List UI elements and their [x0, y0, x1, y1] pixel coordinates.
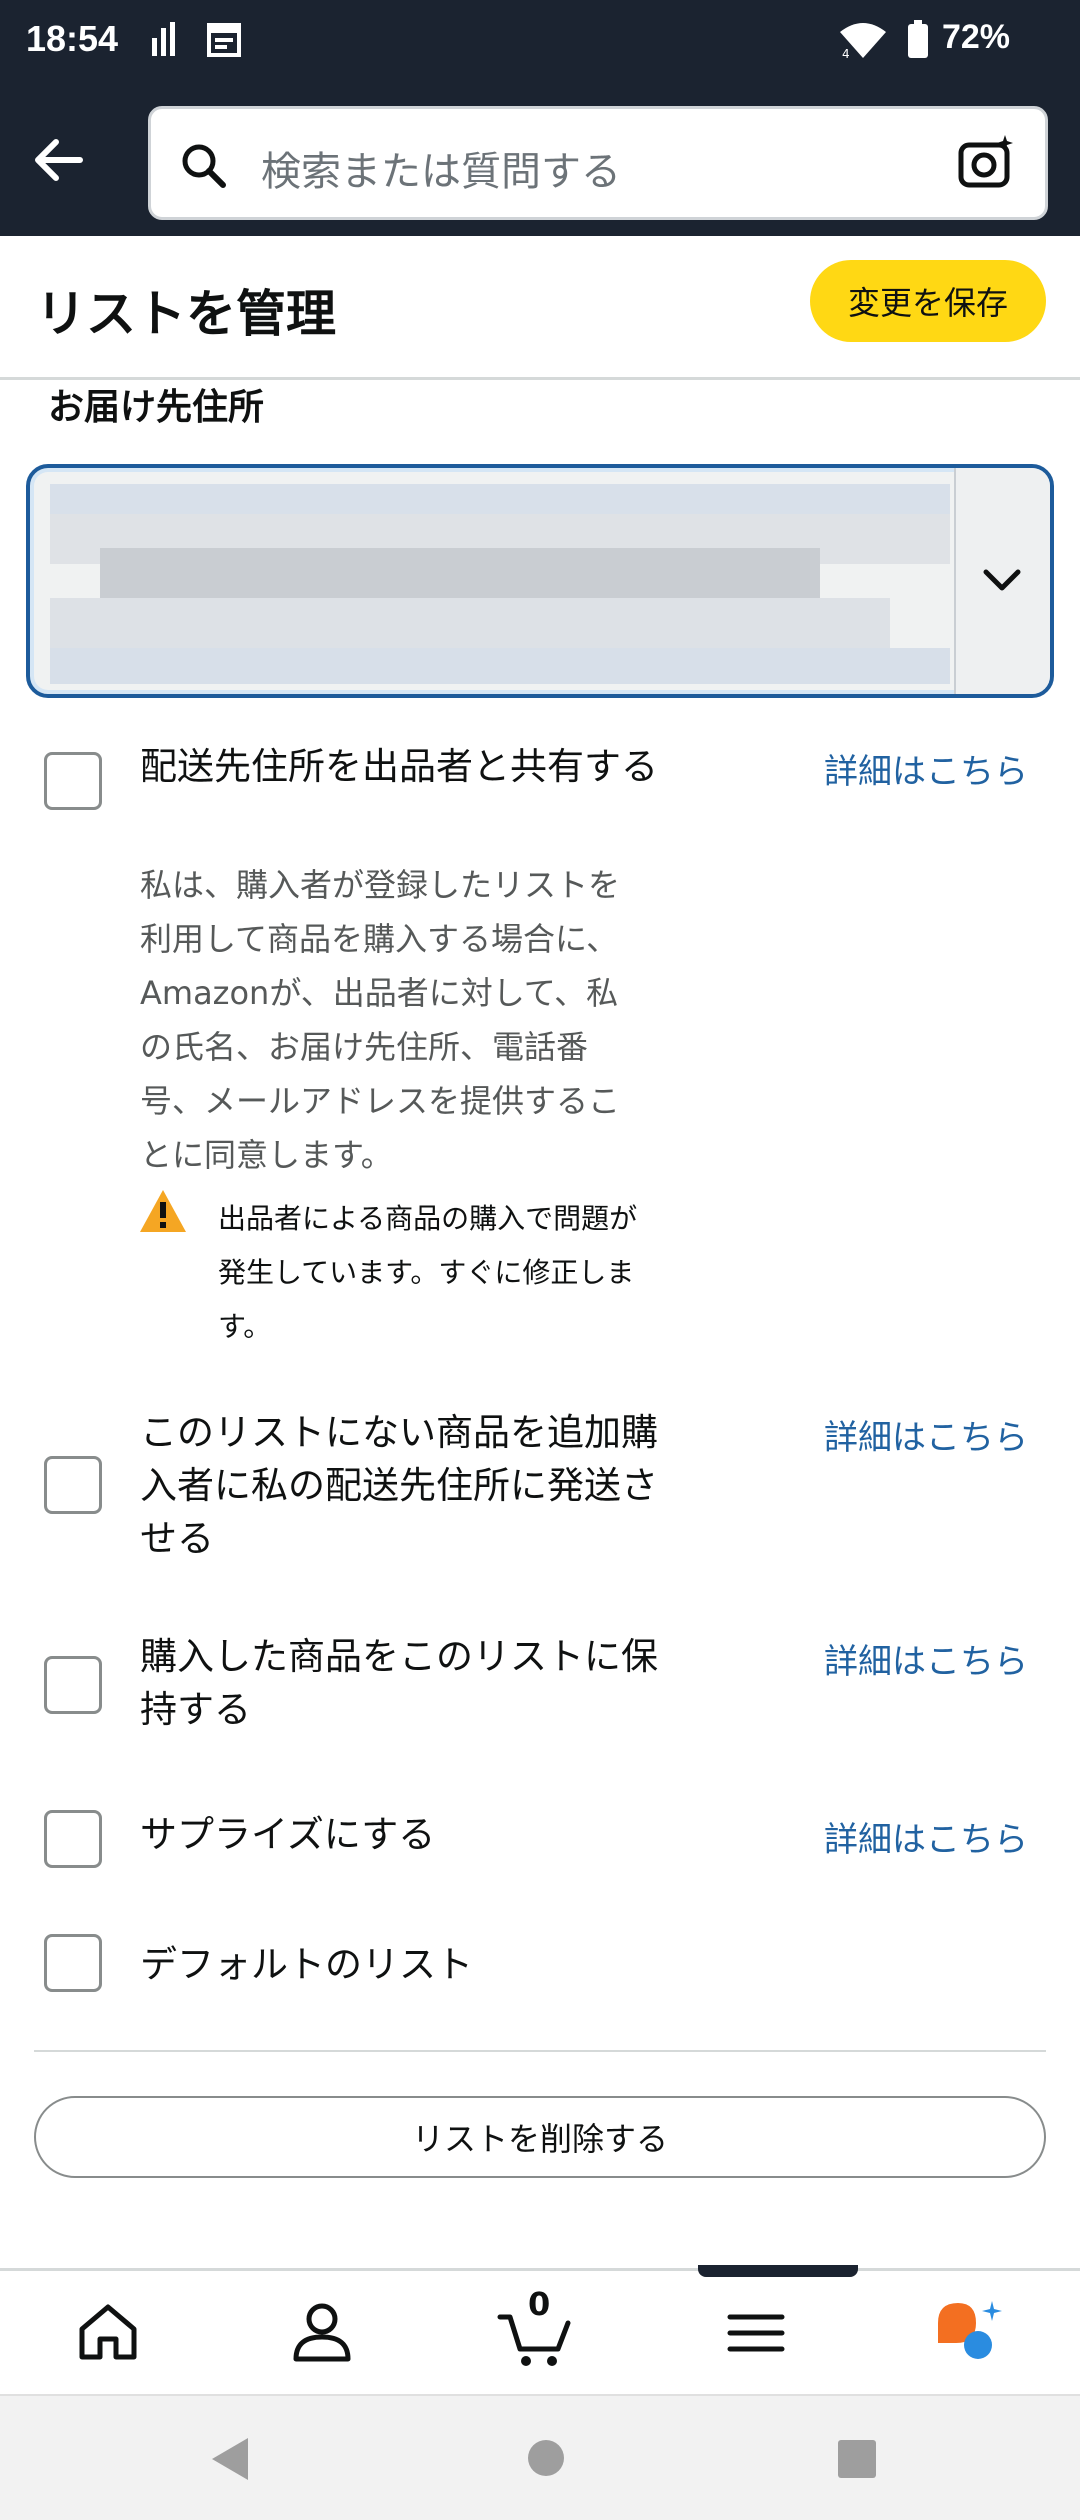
system-recents-icon[interactable] — [838, 2440, 876, 2482]
save-button[interactable]: 変更を保存 — [810, 260, 1046, 342]
title-bar: リストを管理 変更を保存 — [0, 236, 1080, 380]
redacted-address — [50, 484, 950, 514]
menu-icon[interactable] — [716, 2293, 796, 2373]
surprise-label: サプライズにする — [140, 1813, 436, 1856]
home-icon[interactable] — [68, 2293, 148, 2373]
divider — [34, 2050, 1046, 2052]
dropdown-toggle[interactable] — [954, 468, 1050, 694]
redacted-address — [100, 548, 820, 598]
redacted-address — [50, 648, 950, 684]
surprise-checkbox[interactable] — [44, 1810, 102, 1868]
system-navigation — [0, 2394, 1080, 2520]
address-section-label: お届け先住所 — [48, 387, 265, 428]
address-dropdown[interactable] — [26, 464, 1054, 698]
learn-more-link-share[interactable]: 詳細はこちら — [824, 744, 1028, 793]
delete-list-button[interactable]: リストを削除する — [34, 2096, 1046, 2178]
search-input[interactable]: 検索または質問する — [148, 106, 1048, 220]
cart-icon[interactable]: 0 — [496, 2285, 576, 2373]
rufus-icon[interactable] — [930, 2293, 1010, 2373]
battery-percent: 72% — [941, 18, 1010, 56]
account-icon[interactable] — [282, 2293, 362, 2373]
allow-other-items-checkbox[interactable] — [44, 1456, 102, 1514]
redacted-address — [50, 598, 890, 648]
page-title: リストを管理 — [36, 285, 336, 343]
status-bar: 18:54 4 72% — [0, 0, 1080, 80]
share-address-checkbox[interactable] — [44, 752, 102, 810]
default-list-label: デフォルトのリスト — [140, 1943, 473, 1986]
active-tab-indicator — [698, 2265, 858, 2277]
search-header: 検索または質問する — [0, 80, 1080, 236]
search-placeholder: 検索または質問する — [261, 149, 621, 195]
camera-icon[interactable] — [957, 133, 1017, 197]
learn-more-link-keep-purchased[interactable]: 詳細はこちら — [824, 1634, 1028, 1683]
svg-text:4: 4 — [842, 47, 850, 60]
keep-purchased-label: 購入した商品をこのリストに保持する — [140, 1635, 658, 1731]
learn-more-link-surprise[interactable]: 詳細はこちら — [824, 1812, 1028, 1861]
cart-count: 0 — [528, 2285, 551, 2323]
learn-more-link-other-items[interactable]: 詳細はこちら — [824, 1410, 1028, 1459]
share-description: 私は、購入者が登録したリストを利用して商品を購入する場合に、Amazonが、出品… — [140, 866, 621, 1174]
back-arrow-icon[interactable] — [30, 130, 90, 190]
system-back-icon[interactable] — [208, 2436, 252, 2486]
warning-icon — [138, 1188, 188, 1238]
status-time: 18:54 — [26, 18, 119, 59]
default-list-checkbox[interactable] — [44, 1934, 102, 1992]
search-icon — [179, 141, 227, 193]
bottom-navigation: 0 — [0, 2265, 1080, 2394]
battery-icon — [906, 20, 930, 64]
calendar-icon — [206, 20, 242, 62]
keep-purchased-checkbox[interactable] — [44, 1656, 102, 1714]
signal-bars-icon — [150, 20, 180, 64]
system-home-icon[interactable] — [526, 2438, 566, 2482]
share-address-label: 配送先住所を出品者と共有する — [140, 745, 658, 788]
wifi-icon: 4 — [836, 20, 890, 64]
allow-other-items-label: このリストにない商品を追加購入者に私の配送先住所に発送させる — [140, 1411, 658, 1560]
warning-text: 出品者による商品の購入で問題が発生しています。すぐに修正します。 — [218, 1202, 638, 1343]
